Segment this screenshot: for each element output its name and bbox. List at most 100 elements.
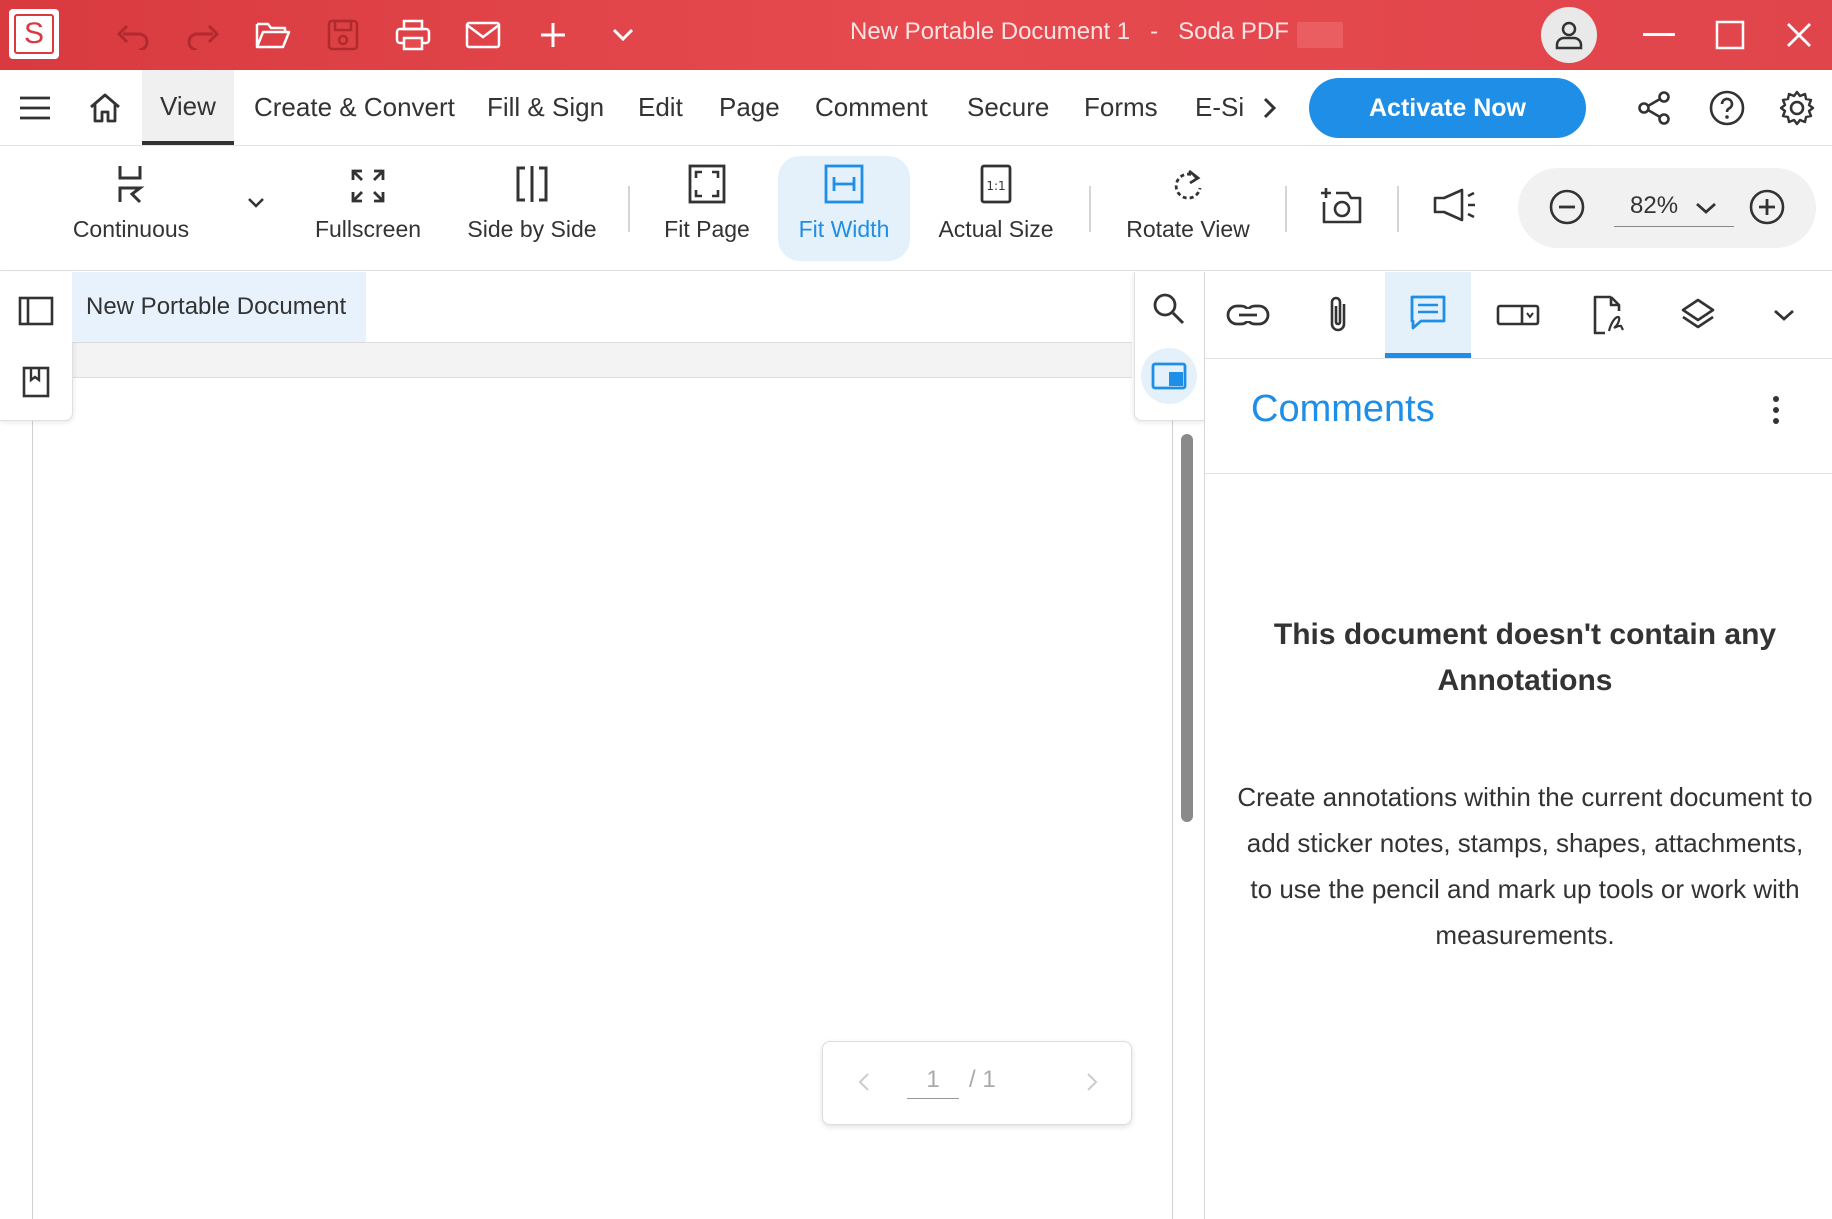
more-options-icon[interactable]	[1761, 390, 1791, 430]
document-scrollbar[interactable]	[1181, 434, 1193, 822]
continuous-button[interactable]: Continuous	[60, 156, 202, 261]
zoom-level-value: 82%	[1630, 192, 1679, 219]
actual-size-button[interactable]: 1:1 Actual Size	[932, 156, 1060, 261]
actual-size-label: Actual Size	[938, 216, 1054, 242]
save-icon[interactable]	[318, 10, 368, 60]
open-folder-icon[interactable]	[248, 10, 298, 60]
document-tab[interactable]: New Portable Document	[72, 272, 366, 342]
window-title: New Portable Document 1 - Soda PDF	[850, 18, 1289, 45]
layers-icon	[1681, 298, 1715, 329]
search-icon[interactable]	[1152, 292, 1186, 326]
menu-edit[interactable]: Edit	[638, 70, 683, 145]
attachments-tab[interactable]	[1295, 272, 1381, 358]
view-ribbon: Continuous Fullscreen Side by Side Fit P…	[0, 146, 1832, 271]
comments-panel: Comments This document doesn't contain a…	[1204, 272, 1832, 1219]
hamburger-menu-icon[interactable]	[18, 70, 58, 145]
fit-page-icon	[688, 156, 726, 204]
paperclip-icon	[1330, 296, 1346, 332]
side-by-side-icon	[515, 156, 549, 204]
print-icon[interactable]	[388, 10, 438, 60]
help-icon[interactable]	[1708, 70, 1746, 145]
fullscreen-label: Fullscreen	[314, 216, 422, 242]
menu-forms[interactable]: Forms	[1084, 70, 1158, 145]
continuous-label: Continuous	[72, 216, 190, 242]
zoom-control: 82%	[1518, 168, 1816, 248]
form-fields-tab[interactable]	[1475, 272, 1561, 358]
snapshot-camera-icon[interactable]	[1320, 186, 1362, 226]
zoom-out-icon[interactable]	[1548, 188, 1586, 226]
menu-bar: View Create & Convert Fill & Sign Edit P…	[0, 70, 1832, 146]
menu-page[interactable]: Page	[719, 70, 780, 145]
maximize-icon[interactable]	[1705, 10, 1755, 60]
page-total: / 1	[969, 1066, 996, 1093]
app-logo[interactable]: S	[9, 9, 59, 59]
continuous-icon	[116, 156, 146, 204]
menu-view[interactable]: View	[142, 70, 234, 145]
menu-create-convert[interactable]: Create & Convert	[254, 70, 455, 145]
fit-width-label: Fit Width	[798, 216, 890, 242]
page-number-input[interactable]: 1	[907, 1066, 959, 1099]
minimize-icon[interactable]	[1634, 10, 1684, 60]
ribbon-divider	[1397, 186, 1399, 232]
customize-chevron-down-icon[interactable]	[598, 10, 648, 60]
page-navigator: 1 / 1	[822, 1041, 1132, 1125]
add-icon[interactable]	[528, 10, 578, 60]
fit-page-button[interactable]: Fit Page	[652, 156, 762, 261]
rotate-view-icon	[1171, 156, 1205, 204]
redo-icon[interactable]	[178, 10, 228, 60]
sidebar-toggle-icon[interactable]	[18, 296, 54, 326]
signatures-tab[interactable]	[1565, 272, 1651, 358]
rotate-view-label: Rotate View	[1126, 216, 1250, 242]
previous-page-icon[interactable]	[857, 1072, 871, 1092]
document-tab-strip	[72, 342, 1132, 378]
page-edge	[32, 420, 33, 1219]
menu-comment[interactable]: Comment	[815, 70, 928, 145]
empty-state-description: Create annotations within the current do…	[1237, 782, 1813, 950]
share-icon[interactable]	[1636, 70, 1674, 145]
panel-toggle-icon[interactable]	[1141, 348, 1197, 404]
menu-secure[interactable]: Secure	[967, 70, 1049, 145]
form-field-icon	[1496, 304, 1540, 326]
announcement-megaphone-icon[interactable]	[1432, 188, 1478, 222]
ribbon-divider	[1089, 186, 1091, 232]
email-icon[interactable]	[458, 10, 508, 60]
bookmark-icon[interactable]	[22, 366, 50, 398]
layers-tab[interactable]	[1655, 272, 1741, 358]
left-side-rail	[0, 272, 73, 421]
fit-width-icon	[824, 156, 864, 204]
panel-tab-bar	[1205, 272, 1832, 359]
title-bar: S New Portable Document 1 - Soda PDF	[0, 0, 1832, 70]
panel-tabs-chevron-down-icon[interactable]	[1741, 272, 1827, 358]
rotate-view-button[interactable]: Rotate View	[1118, 156, 1258, 261]
signed-document-icon	[1593, 295, 1624, 335]
continuous-chevron-down-icon[interactable]	[246, 196, 266, 210]
svg-text:1:1: 1:1	[986, 179, 1005, 193]
activate-now-button[interactable]: Activate Now	[1309, 78, 1586, 138]
close-icon[interactable]	[1774, 10, 1824, 60]
menu-esign[interactable]: E-Si	[1195, 70, 1244, 145]
page-edge	[1172, 376, 1173, 1219]
undo-icon[interactable]	[108, 10, 158, 60]
settings-gear-icon[interactable]	[1778, 70, 1816, 145]
menu-fill-sign[interactable]: Fill & Sign	[487, 70, 604, 145]
comment-icon	[1410, 295, 1446, 329]
fit-width-button[interactable]: Fit Width	[778, 156, 910, 261]
ribbon-divider	[628, 186, 630, 232]
links-tab[interactable]	[1205, 272, 1291, 358]
actual-size-icon: 1:1	[980, 156, 1012, 204]
side-by-side-button[interactable]: Side by Side	[462, 156, 602, 261]
empty-state-heading: This document doesn't contain any Annota…	[1273, 618, 1777, 697]
fullscreen-button[interactable]: Fullscreen	[304, 156, 432, 261]
fit-page-label: Fit Page	[664, 216, 750, 242]
next-page-icon[interactable]	[1085, 1072, 1099, 1092]
redacted-label	[1297, 22, 1343, 48]
home-icon[interactable]	[88, 70, 128, 145]
zoom-chevron-down-icon[interactable]	[1694, 201, 1718, 215]
comments-tab[interactable]	[1385, 272, 1471, 358]
ribbon-divider	[1285, 186, 1287, 232]
zoom-in-icon[interactable]	[1748, 188, 1786, 226]
chevron-right-icon[interactable]	[1262, 70, 1286, 145]
panel-title: Comments	[1251, 388, 1435, 430]
fullscreen-icon	[350, 156, 386, 204]
user-account-icon[interactable]	[1541, 7, 1597, 63]
